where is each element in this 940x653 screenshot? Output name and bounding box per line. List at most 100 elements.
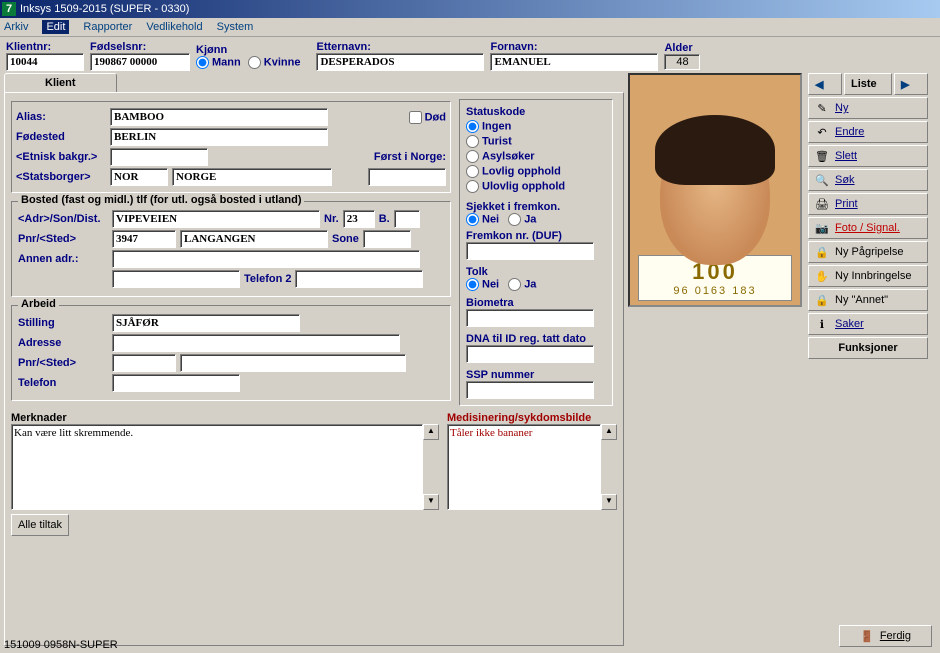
fornavn-input[interactable] — [490, 53, 658, 71]
b-input[interactable] — [394, 210, 420, 228]
nr-input[interactable] — [343, 210, 375, 228]
kjonn-mann-radio[interactable] — [196, 56, 209, 69]
medisinering-textarea[interactable]: Tåler ikke bananer — [447, 424, 601, 510]
camera-icon: 📷 — [815, 222, 829, 235]
funksjoner-button[interactable]: Funksjoner — [808, 337, 928, 359]
alle-tiltak-button[interactable]: Alle tiltak — [11, 514, 69, 536]
statsborger-name-input[interactable] — [172, 168, 332, 186]
scroll-up-icon[interactable]: ▲ — [601, 424, 617, 440]
fodselsnr-label: Fødselsnr: — [90, 41, 190, 53]
sted-input[interactable] — [180, 230, 328, 248]
kjonn-kvinne-radio[interactable] — [248, 56, 261, 69]
arbeid-pnr-input[interactable] — [112, 354, 176, 372]
ssp-input[interactable] — [466, 381, 594, 399]
slett-button[interactable]: 🗑Slett — [808, 145, 928, 167]
annen-adr-input2[interactable] — [112, 270, 240, 288]
merknader-textarea[interactable]: Kan være litt skremmende. — [11, 424, 423, 510]
ny-button[interactable]: ✎Ny — [808, 97, 928, 119]
etnisk-input[interactable] — [110, 148, 208, 166]
stilling-input[interactable] — [112, 314, 300, 332]
liste-button[interactable]: Liste — [844, 73, 892, 95]
pnr-label[interactable]: Pnr/<Sted> — [18, 233, 108, 245]
annet-button[interactable]: 🔒Ny "Annet" — [808, 289, 928, 311]
ssp-label: SSP nummer — [466, 369, 606, 381]
print-button[interactable]: 🖨Print — [808, 193, 928, 215]
ferdig-button[interactable]: 🚪 Ferdig — [839, 625, 932, 647]
fodselsnr-input[interactable] — [90, 53, 190, 71]
prev-button[interactable]: ◀ — [808, 73, 842, 95]
telefon2-input[interactable] — [295, 270, 423, 288]
status-turist[interactable]: Turist — [466, 135, 606, 148]
endre-button[interactable]: ↶Endre — [808, 121, 928, 143]
menu-vedlikehold[interactable]: Vedlikehold — [146, 21, 202, 33]
scroll-down-icon[interactable]: ▼ — [423, 494, 439, 510]
sjekket-nei-radio[interactable] — [466, 213, 479, 226]
status-ingen[interactable]: Ingen — [466, 120, 606, 133]
annen-adr-input1[interactable] — [112, 250, 420, 268]
printer-icon: 🖨 — [815, 198, 829, 211]
arbeid-adresse-input[interactable] — [112, 334, 400, 352]
dod-checkbox[interactable] — [409, 111, 422, 124]
dna-input[interactable] — [466, 345, 594, 363]
tolk-nei-radio[interactable] — [466, 278, 479, 291]
search-icon: 🔍 — [815, 174, 829, 187]
sone-input[interactable] — [363, 230, 411, 248]
foto-button[interactable]: 📷Foto / Signal. — [808, 217, 928, 239]
scroll-down-icon[interactable]: ▼ — [601, 494, 617, 510]
saker-button[interactable]: ℹSaker — [808, 313, 928, 335]
status-footer: 151009 0958N-SUPER — [4, 639, 118, 651]
klientnr-input[interactable] — [6, 53, 84, 71]
etternavn-input[interactable] — [316, 53, 484, 71]
scroll-up-icon[interactable]: ▲ — [423, 424, 439, 440]
tolk-ja-radio[interactable] — [508, 278, 521, 291]
status-lovlig[interactable]: Lovlig opphold — [466, 165, 606, 178]
telefon2-label: Telefon 2 — [244, 273, 291, 285]
status-panel: Statuskode Ingen Turist Asylsøker Lovlig… — [459, 99, 613, 406]
undo-icon: ↶ — [815, 126, 829, 139]
sok-button[interactable]: 🔍Søk — [808, 169, 928, 191]
menu-system[interactable]: System — [217, 21, 254, 33]
arbeid-pnr-label[interactable]: Pnr/<Sted> — [18, 357, 108, 369]
pagripelse-button[interactable]: 🔒Ny Pågripelse — [808, 241, 928, 263]
status-ulovlig[interactable]: Ulovlig opphold — [466, 180, 606, 193]
innbringelse-button[interactable]: ✋Ny Innbringelse — [808, 265, 928, 287]
dod-label: Død — [425, 111, 446, 123]
biometra-input[interactable] — [466, 309, 594, 327]
statsborger-label[interactable]: <Statsborger> — [16, 171, 106, 183]
adr-label[interactable]: <Adr>/Son/Dist. — [18, 213, 108, 225]
tab-klient[interactable]: Klient — [4, 73, 117, 92]
hand-icon: ✋ — [815, 270, 829, 283]
etnisk-label[interactable]: <Etnisk bakgr.> — [16, 151, 106, 163]
alder-label: Alder — [664, 42, 700, 54]
menu-edit[interactable]: Edit — [42, 20, 69, 34]
fremkon-input[interactable] — [466, 242, 594, 260]
menu-rapporter[interactable]: Rapporter — [83, 21, 132, 33]
menu-arkiv[interactable]: Arkiv — [4, 21, 28, 33]
status-asyl[interactable]: Asylsøker — [466, 150, 606, 163]
next-button[interactable]: ▶ — [894, 73, 928, 95]
lock-icon: 🔒 — [815, 246, 829, 259]
arbeid-sted-input[interactable] — [180, 354, 406, 372]
kjonn-mann-label: Mann — [212, 56, 241, 68]
bosted-legend: Bosted (fast og midl.) tlf (for utl. ogs… — [18, 194, 304, 206]
arbeid-telefon-input[interactable] — [112, 374, 240, 392]
window-title: Inksys 1509-2015 (SUPER - 0330) — [20, 3, 189, 15]
adr-input[interactable] — [112, 210, 320, 228]
arbeid-legend: Arbeid — [18, 298, 59, 310]
kjonn-kvinne-label: Kvinne — [264, 56, 301, 68]
door-icon: 🚪 — [860, 630, 874, 643]
dna-label: DNA til ID reg. tatt dato — [466, 333, 606, 345]
pnr-input[interactable] — [112, 230, 176, 248]
arbeid-telefon-label: Telefon — [18, 377, 108, 389]
alias-label: Alias: — [16, 111, 106, 123]
b-label: B. — [379, 213, 390, 225]
sjekket-label: Sjekket i fremkon. — [466, 201, 606, 213]
fremkon-label: Fremkon nr. (DUF) — [466, 230, 606, 242]
statsborger-code-input[interactable] — [110, 168, 168, 186]
fodested-input[interactable] — [110, 128, 328, 146]
sjekket-ja-radio[interactable] — [508, 213, 521, 226]
forst-norge-input[interactable] — [368, 168, 446, 186]
alias-input[interactable] — [110, 108, 328, 126]
biometra-label: Biometra — [466, 297, 606, 309]
annen-adr-label: Annen adr.: — [18, 253, 108, 265]
